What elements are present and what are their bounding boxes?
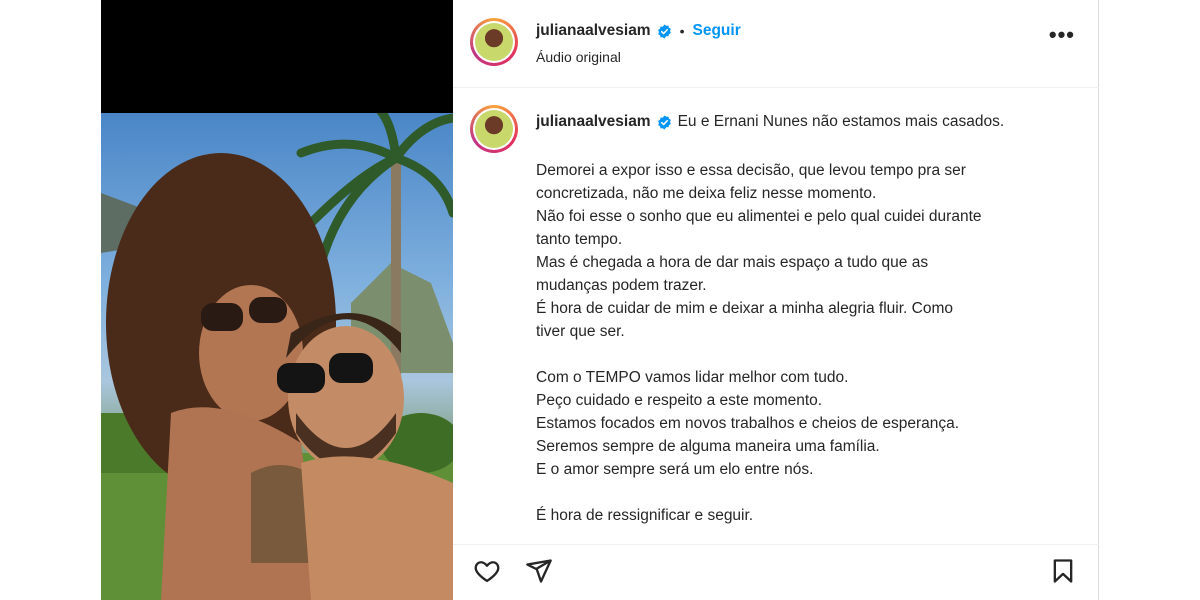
post-details-panel: julianaalvesiam • Seguir Áudio original …	[453, 0, 1099, 600]
separator-dot: •	[679, 23, 685, 39]
follow-button[interactable]: Seguir	[693, 22, 741, 40]
caption-line: Não foi esse o sonho que eu alimentei e …	[536, 208, 982, 225]
caption-line: Peço cuidado e respeito a este momento.	[536, 392, 823, 409]
caption-line: concretizada, não me deixa feliz nesse m…	[536, 185, 877, 202]
caption-line: E o amor sempre será um elo entre nós.	[536, 461, 814, 478]
author-avatar[interactable]	[470, 18, 518, 66]
verified-badge-icon	[657, 114, 671, 130]
caption-line: É hora de ressignificar e seguir.	[536, 507, 754, 524]
caption-header: julianaalvesiam Eu e Ernani Nunes não es…	[536, 113, 1004, 131]
share-icon[interactable]	[525, 557, 557, 589]
author-username-link[interactable]: julianaalvesiam	[536, 22, 651, 40]
caption-line: Seremos sempre de alguma maneira uma fam…	[536, 438, 880, 455]
caption-line: tiver que ser.	[536, 323, 625, 340]
post-photo	[101, 113, 453, 600]
caption-line: tanto tempo.	[536, 231, 623, 248]
caption-author-avatar[interactable]	[470, 105, 518, 153]
more-options-icon[interactable]: •••	[1049, 24, 1075, 46]
heart-icon[interactable]	[473, 557, 505, 589]
caption-line: É hora de cuidar de mim e deixar a minha…	[536, 300, 953, 317]
header-user-row: julianaalvesiam • Seguir	[536, 22, 741, 40]
caption-line: Com o TEMPO vamos lidar melhor com tudo.	[536, 369, 849, 386]
caption-line: mudanças podem trazer.	[536, 277, 707, 294]
post-media[interactable]	[101, 0, 453, 600]
verified-badge-icon	[657, 23, 671, 39]
post-header: julianaalvesiam • Seguir Áudio original …	[453, 0, 1099, 88]
caption-area: julianaalvesiam Eu e Ernani Nunes não es…	[453, 89, 1099, 544]
audio-label[interactable]: Áudio original	[536, 49, 621, 65]
caption-line: Estamos focados em novos trabalhos e che…	[536, 415, 960, 432]
caption-first-line: Eu e Ernani Nunes não estamos mais casad…	[677, 113, 1005, 130]
caption-author-username[interactable]: julianaalvesiam	[536, 113, 651, 131]
caption-body: Demorei a expor isso e essa decisão, que…	[536, 159, 1076, 527]
caption-line: Demorei a expor isso e essa decisão, que…	[536, 162, 966, 179]
bookmark-icon[interactable]	[1049, 557, 1081, 589]
post-actions-bar	[453, 544, 1099, 600]
caption-line: Mas é chegada a hora de dar mais espaço …	[536, 254, 929, 271]
